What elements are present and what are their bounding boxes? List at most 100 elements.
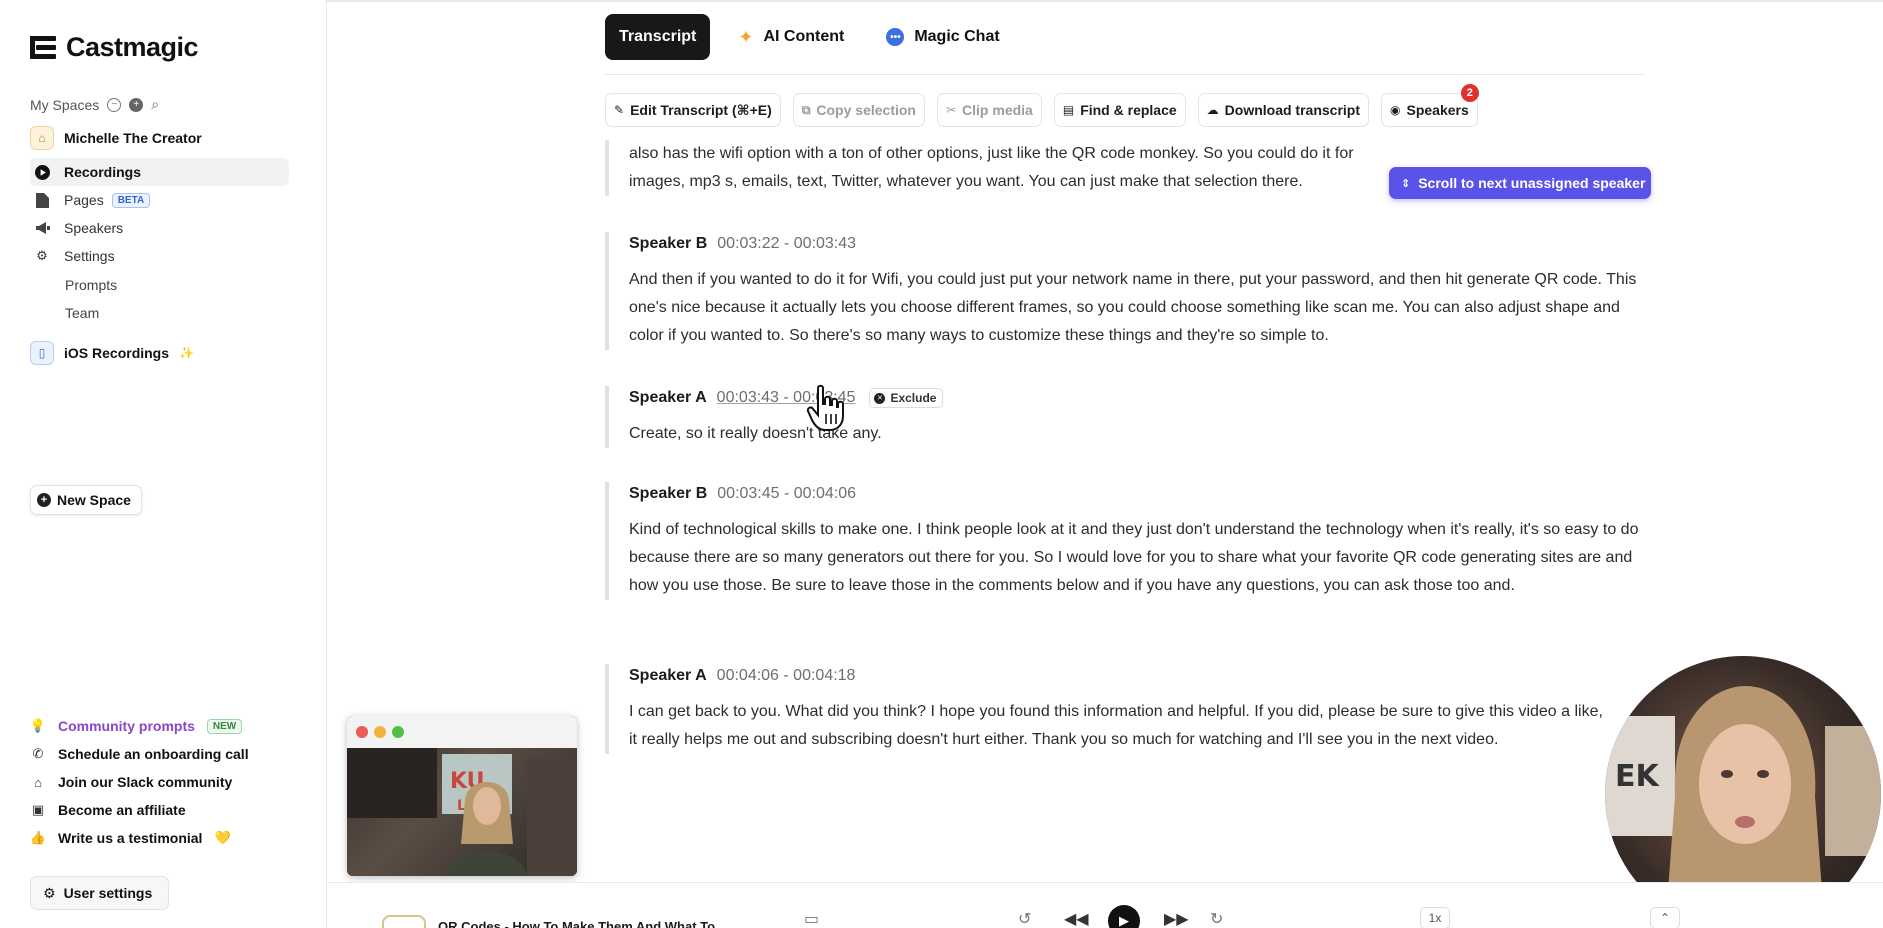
media-player-bar: QR Codes - How To Make Them And What To … <box>328 882 1883 928</box>
sidebar-item-label: Settings <box>64 248 115 264</box>
segment-timestamp[interactable]: 00:04:06 - 00:04:18 <box>717 667 856 685</box>
close-window-icon[interactable] <box>356 726 368 738</box>
speaker-name[interactable]: Speaker A <box>629 667 707 685</box>
sidebar-item-speakers[interactable]: Speakers <box>30 214 289 242</box>
phone-icon: ✆ <box>32 746 44 761</box>
space-michelle-the-creator[interactable]: ⌂ Michelle The Creator <box>30 126 202 150</box>
video-preview-window[interactable]: KU LO <box>347 716 577 876</box>
speaker-name[interactable]: Speaker B <box>629 235 707 253</box>
speakers-button[interactable]: ◉ Speakers 2 <box>1381 84 1479 127</box>
onboarding-call-label: Schedule an onboarding call <box>58 746 249 762</box>
segment-text[interactable]: And then if you wanted to do it for Wifi… <box>629 266 1645 350</box>
transcript-segment: Speaker B 00:03:45 - 00:04:06 Kind of te… <box>605 482 1645 600</box>
new-space-button[interactable]: + New Space <box>30 485 142 515</box>
segment-text[interactable]: Kind of technological skills to make one… <box>629 516 1645 600</box>
speaker-icon: ◉ <box>1390 103 1401 117</box>
transcript-toolbar: ✎ Edit Transcript (⌘+E) ⧉ Copy selection… <box>605 84 1479 127</box>
segment-header: Speaker B 00:03:45 - 00:04:06 <box>629 482 1645 506</box>
download-transcript-button[interactable]: ☁ Download transcript <box>1197 93 1370 127</box>
sidebar-item-settings[interactable]: ⚙ Settings <box>30 242 289 270</box>
speaker-name[interactable]: Speaker A <box>629 389 707 407</box>
maximize-window-icon[interactable] <box>392 726 404 738</box>
play-button[interactable]: ▶ <box>1108 905 1140 928</box>
tabs-divider <box>605 74 1645 75</box>
megaphone-icon <box>34 220 50 236</box>
tab-label: AI Content <box>763 28 845 45</box>
sidebar: Castmagic My Spaces − + ⌕ ⌂ Michelle The… <box>0 0 327 928</box>
speaker-name[interactable]: Speaker B <box>629 485 707 503</box>
document-icon: ▤ <box>1062 103 1075 117</box>
transcript-segment: Speaker A 00:03:43 - 00:03:45 ✕ Exclude … <box>605 386 1645 448</box>
playback-speed-button[interactable]: 1x <box>1420 907 1450 928</box>
tab-transcript[interactable]: Transcript <box>605 14 711 60</box>
slack-community-link[interactable]: ⌂ Join our Slack community <box>30 774 232 790</box>
sidebar-item-label: Pages <box>64 192 104 208</box>
segment-text[interactable]: Create, so it really doesn't take any. <box>629 420 1645 448</box>
tab-label: Magic Chat <box>914 28 1000 45</box>
video-thumbnail: KU LO <box>347 748 577 876</box>
sidebar-item-pages[interactable]: Pages BETA <box>30 186 289 214</box>
chat-icon: ••• <box>886 28 905 46</box>
segment-timestamp[interactable]: 00:03:22 - 00:03:43 <box>717 235 856 253</box>
cloud-download-icon: ☁ <box>1206 103 1219 117</box>
segment-text[interactable]: I can get back to you. What did you thin… <box>629 698 1610 754</box>
recording-title: QR Codes - How To Make Them And What To <box>438 919 716 928</box>
testimonial-label: Write us a testimonial <box>58 830 203 846</box>
fast-forward-icon[interactable]: ↻ <box>1210 909 1223 928</box>
edit-transcript-button[interactable]: ✎ Edit Transcript (⌘+E) <box>605 93 781 127</box>
exclude-button[interactable]: ✕ Exclude <box>869 388 944 408</box>
search-icon[interactable]: ⌕ <box>151 96 159 113</box>
tab-label: Transcript <box>619 28 697 45</box>
space-ios-recordings[interactable]: ▯ iOS Recordings ✨ <box>30 341 194 365</box>
find-replace-button[interactable]: ▤ Find & replace <box>1053 93 1186 127</box>
sidebar-subitem-prompts[interactable]: Prompts <box>65 277 117 293</box>
community-prompts-label: Community prompts <box>58 718 195 734</box>
sidebar-item-recordings[interactable]: Recordings <box>30 158 289 186</box>
space-name: Michelle The Creator <box>64 130 202 146</box>
find-replace-label: Find & replace <box>1080 102 1177 118</box>
skip-forward-icon[interactable]: ▶▶ <box>1164 909 1189 928</box>
segment-timestamp[interactable]: 00:03:45 - 00:04:06 <box>717 485 856 503</box>
sidebar-subitem-team[interactable]: Team <box>65 305 99 321</box>
play-circle-icon <box>34 164 50 180</box>
tab-magic-chat[interactable]: ••• Magic Chat <box>872 14 1013 60</box>
expand-player-button[interactable]: ⌃ <box>1650 907 1680 928</box>
user-settings-label: User settings <box>63 885 153 901</box>
clip-media-button[interactable]: ✂ Clip media <box>936 93 1042 127</box>
lightbulb-icon: 💡 <box>29 718 47 733</box>
beta-badge: BETA <box>111 192 151 208</box>
affiliate-link[interactable]: ▣ Become an affiliate <box>30 802 186 818</box>
home-icon: ⌂ <box>34 774 42 790</box>
user-settings-button[interactable]: ⚙ User settings <box>30 876 169 910</box>
segment-text[interactable]: also has the wifi option with a ton of o… <box>629 140 1365 196</box>
minimize-window-icon[interactable] <box>374 726 386 738</box>
recording-thumbnail <box>382 915 426 928</box>
sparkle-icon: ✦ <box>738 26 754 47</box>
onboarding-call-link[interactable]: ✆ Schedule an onboarding call <box>30 746 249 762</box>
clip-media-label: Clip media <box>962 102 1033 118</box>
minus-circle-icon: ✕ <box>874 392 886 404</box>
ios-recordings-label: iOS Recordings <box>64 345 170 361</box>
segment-header: Speaker A 00:04:06 - 00:04:18 <box>629 664 1610 688</box>
affiliate-label: Become an affiliate <box>58 802 186 818</box>
tab-ai-content[interactable]: ✦ AI Content <box>724 14 858 60</box>
sidebar-item-label: Speakers <box>64 220 124 236</box>
sidebar-item-label: Recordings <box>64 164 142 180</box>
transcript-segment: Speaker B 00:03:22 - 00:03:43 And then i… <box>605 232 1645 350</box>
testimonial-link[interactable]: 👍 Write us a testimonial 💛 <box>30 830 231 846</box>
copy-selection-button[interactable]: ⧉ Copy selection <box>792 93 925 127</box>
play-icon: ▶ <box>1119 913 1129 928</box>
skip-back-icon[interactable]: ◀◀ <box>1064 909 1089 928</box>
rewind-icon[interactable]: ↺ <box>1018 909 1031 928</box>
add-space-icon[interactable]: + <box>129 97 144 112</box>
community-prompts-link[interactable]: 💡 Community prompts NEW <box>29 718 243 734</box>
scroll-next-unassigned-button[interactable]: ⇕ Scroll to next unassigned speaker <box>1389 167 1652 199</box>
castmagic-logo-icon <box>30 34 58 62</box>
collapse-spaces-icon[interactable]: − <box>107 97 122 112</box>
video-toggle-icon[interactable]: ▭ <box>804 909 819 928</box>
edit-transcript-label: Edit Transcript (⌘+E) <box>630 101 772 118</box>
heart-icon: 💛 <box>214 830 231 845</box>
copy-selection-label: Copy selection <box>816 102 916 118</box>
main-tabs: Transcript ✦ AI Content ••• Magic Chat <box>605 14 1014 60</box>
castmagic-logo[interactable]: Castmagic <box>30 32 199 63</box>
